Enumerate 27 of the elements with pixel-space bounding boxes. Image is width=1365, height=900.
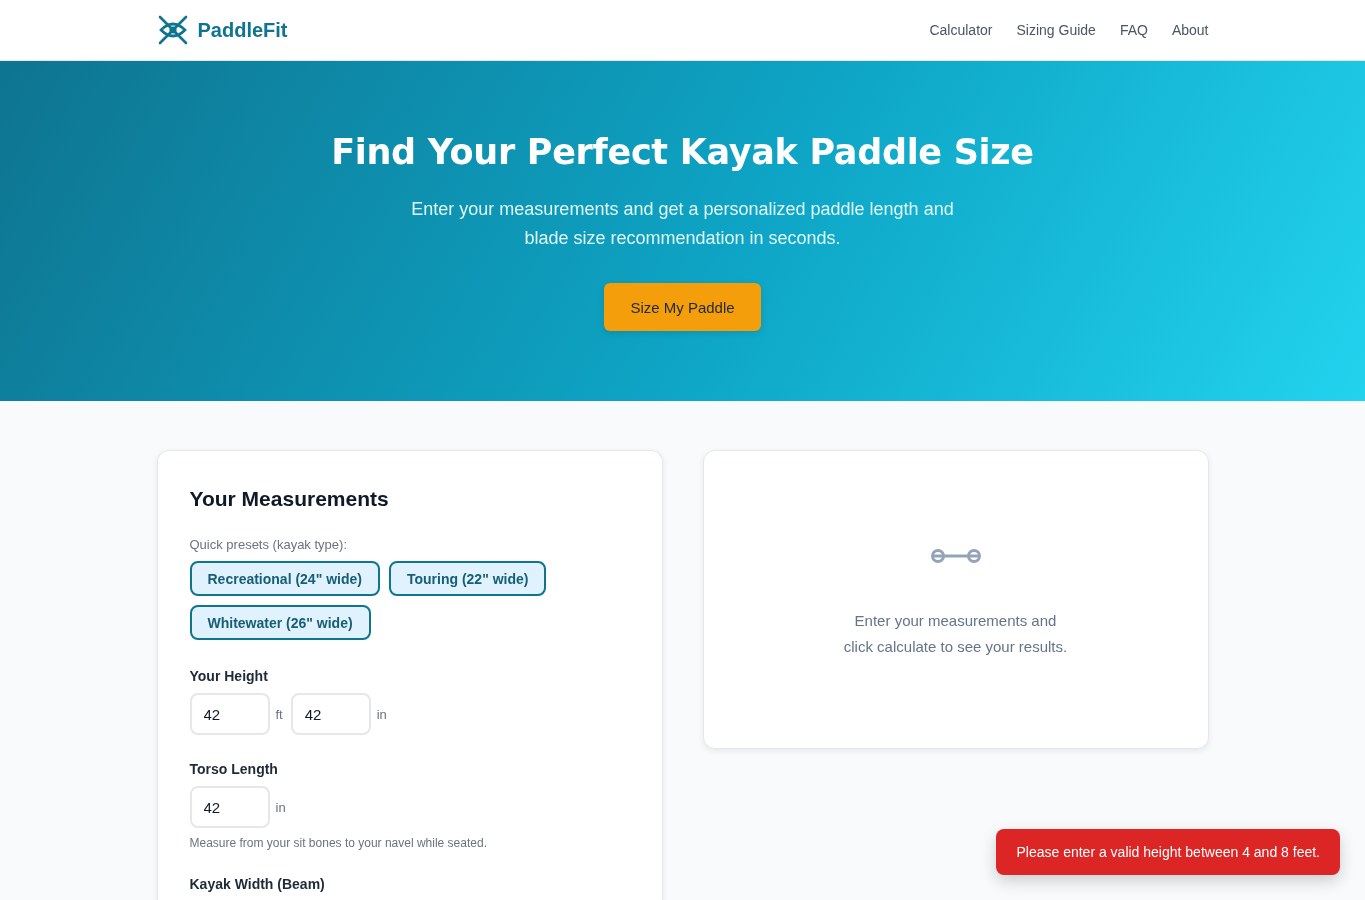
presets-label: Quick presets (kayak type): [189, 537, 348, 552]
preset-button[interactable]: Touring (22" wide) [388, 561, 547, 596]
nav-link[interactable]: Calculator [929, 22, 993, 38]
size-paddle-button[interactable]: Size My Paddle [604, 283, 761, 331]
preset-button[interactable]: Recreational (24" wide) [189, 561, 380, 596]
dumbbell-icon [929, 548, 982, 564]
field-hint: Measure from your sit bones to your navel while seated. [189, 836, 488, 850]
field-label: Your Height [189, 668, 269, 684]
unit-label: in [376, 706, 387, 722]
input-field[interactable]: 42 [290, 693, 371, 735]
card-title: Your Measurements [189, 487, 390, 511]
input-field[interactable]: 42 [189, 786, 270, 828]
error-toast: Please enter a valid height between 4 and 8 feet. [996, 829, 1340, 875]
hero-title: Find Your Perfect Kayak Paddle Size [331, 131, 1034, 174]
hero-subtitle: Enter your measurements and get a personalized paddle length and blade size recommendation in seconds. [410, 198, 955, 250]
brand-link[interactable]: PaddleFit [156, 14, 288, 46]
nav-link[interactable]: FAQ [1119, 22, 1148, 38]
unit-label: in [275, 799, 286, 815]
field-label: Kayak Width (Beam) [189, 876, 326, 892]
results-placeholder-text: Enter your measurements and click calculate to see your results. [842, 611, 1069, 657]
unit-label: ft [275, 706, 283, 722]
field-label: Torso Length [189, 761, 279, 777]
logo-icon [156, 14, 189, 46]
nav-link[interactable]: About [1171, 22, 1209, 38]
nav-link[interactable]: Sizing Guide [1016, 22, 1096, 38]
input-field[interactable]: 42 [189, 693, 270, 735]
preset-button[interactable]: Whitewater (26" wide) [189, 605, 371, 640]
